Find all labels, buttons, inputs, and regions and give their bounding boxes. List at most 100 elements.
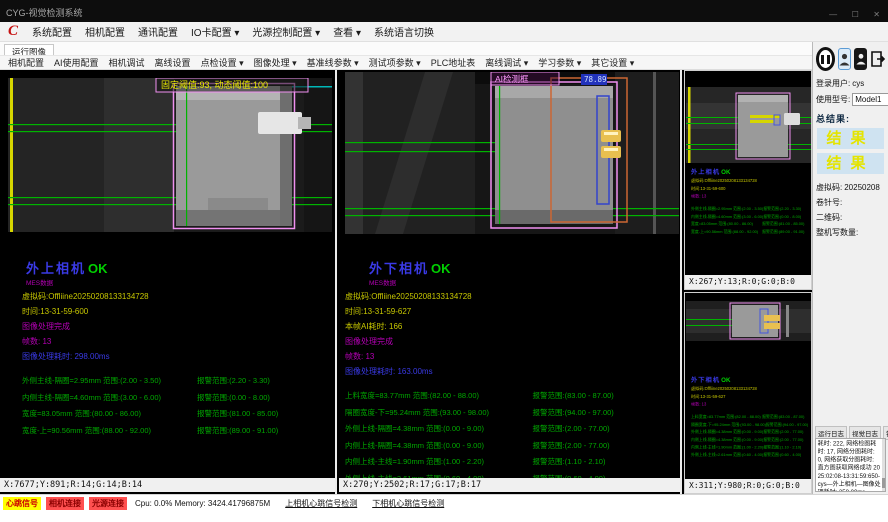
process-done-line: 图像处理完成: [345, 336, 674, 347]
result-text-upper: 外上相机OK MES数据 虚拟码:Offliine202502081331347…: [22, 258, 329, 441]
camera-image-lower[interactable]: AI检测框 78.89: [345, 72, 679, 234]
pixel-readout-upper: X:7677;Y:891;R:14;G:14;B:14: [0, 478, 335, 492]
pause-button[interactable]: [816, 47, 835, 71]
menu-item-system-config[interactable]: 系统配置: [32, 24, 72, 39]
toolbar-test-item-params[interactable]: 测试项参数 ▾: [369, 56, 421, 69]
measurement-row: 外侧上线-主线=2.61mm 范围:(0.60 - 4.00)报警范围:(0.6…: [691, 452, 816, 458]
user-icon-dark: [856, 53, 866, 65]
measurement-row: 上料宽度=83.77mm 范围:(82.00 - 88.00)报警范围:(83.…: [345, 390, 674, 401]
thumbnail-image-upper[interactable]: [686, 87, 811, 163]
maximize-button[interactable]: ☐: [852, 10, 859, 19]
time-line: 时间:13-31-59-627: [345, 306, 674, 317]
camera-name: 外上相机: [691, 168, 720, 175]
barcode-line: 虚拟码:Offliine20250208133134728: [22, 291, 329, 302]
measurement-row: 内侧主线-隔圈=4.60mm 范围:(3.00 - 6.00)报警范围:(0.0…: [22, 392, 329, 403]
toolbar-other-settings[interactable]: 其它设置 ▾: [591, 56, 634, 69]
pixel-readout-thumb-upper: X:267;Y:13;R:0;G:0;B:0: [685, 275, 811, 289]
needle-number-label: 卷针号:: [816, 197, 842, 208]
status-ok-badge: OK: [721, 168, 730, 175]
virtual-code-value: 20250208: [844, 183, 880, 192]
exit-button[interactable]: [870, 48, 886, 70]
camera-panel-upper: 固定阈值:93, 动态阈值:100 外上相机OK MES数据 虚拟码:Offli…: [0, 70, 337, 494]
pixel-readout-lower: X:270;Y:2502;R:17;G:17;B:17: [339, 478, 680, 492]
camera-name: 外下相机: [369, 261, 429, 276]
process-elapsed-line: 图像处理耗时: 163.00ms: [345, 366, 674, 377]
virtual-code-label: 虚拟码:: [816, 182, 842, 193]
login-user-value: cys: [852, 79, 864, 88]
measurement-list-upper: 外侧主线-隔圈=2.95mm 范围:(2.00 - 3.50)报警范围:(2.2…: [22, 375, 329, 436]
toolbar-learning-params[interactable]: 学习参数 ▾: [538, 56, 581, 69]
operator-mode-button[interactable]: [838, 48, 851, 70]
toolbar-baseline-params[interactable]: 基准线参数 ▾: [307, 56, 359, 69]
pause-icon: [821, 55, 824, 64]
toolbar-camera-debug[interactable]: 相机调试: [109, 56, 145, 69]
measurement-row: 隔圈宽度-下=95.24mm 范围:(93.00 - 98.00)报警范围:(9…: [345, 407, 674, 418]
measurement-row: 宽度-上=90.56mm 范围:(88.00 - 92.00)报警范围:(89.…: [22, 425, 329, 436]
threshold-overlay-label: 固定阈值:93, 动态阈值:100: [161, 79, 268, 90]
measurement-row: 宽度=83.05mm 范围:(80.00 - 86.00)报警范围:(81.00…: [22, 408, 329, 419]
log-scrollbar[interactable]: [882, 439, 885, 491]
time-line: 时间:13-31-59-600: [691, 186, 816, 192]
total-result-label: 总结果:: [813, 106, 888, 126]
measurement-row: 内侧上线-主线=1.90mm 范围:(1.00 - 2.20)报警范围:(1.1…: [691, 444, 816, 450]
menu-item-comm-config[interactable]: 通讯配置: [138, 24, 178, 39]
camera-title-upper: 外上相机OK: [26, 258, 329, 277]
toolbar-plc-address-table[interactable]: PLC地址表: [431, 56, 476, 69]
toolbar-image-processing[interactable]: 图像处理 ▾: [254, 56, 297, 69]
thumbnail-text-lower: 外下相机OK 虚拟码:Offliine20250208133134728 时间:…: [691, 375, 816, 459]
time-line: 时间:13-31-59-627: [691, 394, 816, 400]
menu-bar: C 系统配置 相机配置 通讯配置 IO卡配置 ▾ 光源控制配置 ▾ 查看 ▾ 系…: [0, 22, 888, 42]
toolbar-camera-config[interactable]: 相机配置: [8, 56, 44, 69]
app-window: CYG-视觉检测系统 — ☐ ✕ C 系统配置 相机配置 通讯配置 IO卡配置 …: [0, 0, 888, 522]
result-text-lower: 外下相机OK MES数据 虚拟码:Offliine202502081331347…: [345, 258, 674, 489]
app-logo-icon: C: [8, 24, 18, 39]
thumbnail-column: 外上相机OK 虚拟码:Offliine20250208133134728 时间:…: [684, 70, 812, 494]
toolbar-offline-debug[interactable]: 离线调试 ▾: [485, 56, 528, 69]
ai-elapsed-line: 本帧AI耗时: 166: [345, 321, 674, 332]
admin-mode-button[interactable]: [854, 48, 867, 70]
camera-panel-lower: AI检测框 78.89 外下相机OK MES数据 虚拟码:Offliine202…: [339, 70, 682, 494]
thumbnail-image-lower[interactable]: [686, 301, 811, 341]
frame-count-line: 帧数: 13: [691, 402, 816, 408]
mes-subtitle: MES数据: [369, 277, 674, 287]
write-count-label: 整机写数量:: [816, 227, 858, 238]
write-count-row: 整机写数量:: [813, 223, 888, 238]
menu-item-view[interactable]: 查看 ▾: [333, 24, 361, 39]
menu-item-io-config[interactable]: IO卡配置 ▾: [191, 24, 239, 39]
measurement-row: 隔圈宽度-下=95.24mm 范围:(93.00 - 98.00)报警范围:(9…: [691, 422, 816, 428]
toolbar-ai-usage-config[interactable]: AI使用配置: [54, 56, 99, 69]
tab-strip: 运行图像: [0, 42, 888, 55]
toolbar-spotcheck-setting[interactable]: 点检设置 ▾: [201, 56, 244, 69]
menu-item-language-switch[interactable]: 系统语言切换: [374, 24, 434, 39]
barcode-line: 虚拟码:Offliine20250208133134728: [691, 178, 816, 184]
result-indicator-upper: 结果: [817, 128, 884, 149]
barcode-line: 虚拟码:Offliine20250208133134728: [691, 386, 816, 392]
user-icon: [839, 53, 850, 66]
upper-camera-heartbeat-link[interactable]: 上相机心跳信号检测: [285, 498, 357, 509]
title-bar: CYG-视觉检测系统 — ☐ ✕: [0, 0, 888, 22]
camera-image-upper[interactable]: 固定阈值:93, 动态阈值:100: [8, 78, 332, 232]
camera-title-mini: 外上相机OK: [691, 167, 816, 176]
frame-count-line: 帧数: 13: [691, 194, 816, 200]
main-area: 固定阈值:93, 动态阈值:100 外上相机OK MES数据 虚拟码:Offli…: [0, 70, 888, 494]
frame-count-line: 帧数: 13: [345, 351, 674, 362]
camera-link-status-badge: 相机连接: [46, 497, 84, 510]
menu-item-camera-config[interactable]: 相机配置: [85, 24, 125, 39]
toolbar-offline-setting[interactable]: 离线设置: [155, 56, 191, 69]
menu-item-light-control-config[interactable]: 光源控制配置 ▾: [252, 24, 320, 39]
light-link-status-badge: 光源连接: [89, 497, 127, 510]
measurement-row: 上料宽度=83.77mm 范围:(82.00 - 88.00)报警范围:(83.…: [691, 414, 816, 420]
lower-camera-heartbeat-link[interactable]: 下相机心跳信号检测: [372, 498, 444, 509]
thumbnail-panel-upper: 外上相机OK 虚拟码:Offliine20250208133134728 时间:…: [684, 70, 812, 290]
close-button[interactable]: ✕: [873, 10, 880, 19]
model-select[interactable]: Model1: [852, 93, 888, 106]
model-row: 使用型号: Model1: [813, 89, 888, 106]
minimize-button[interactable]: —: [829, 10, 837, 19]
qrcode-row: 二维码:: [813, 208, 888, 223]
frame-count-line: 帧数: 13: [22, 336, 329, 347]
process-elapsed-line: 图像处理耗时: 298.00ms: [22, 351, 329, 362]
log-scrollbar-thumb[interactable]: [882, 478, 885, 488]
log-output-box[interactable]: 耗时: 222, 网络检图耗时: 17, 网络分图耗时: 0, 网络获取分图耗时…: [815, 438, 886, 492]
thumbnail-text-upper: 外上相机OK 虚拟码:Offliine20250208133134728 时间:…: [691, 167, 816, 236]
window-title: CYG-视觉检测系统: [6, 6, 83, 19]
